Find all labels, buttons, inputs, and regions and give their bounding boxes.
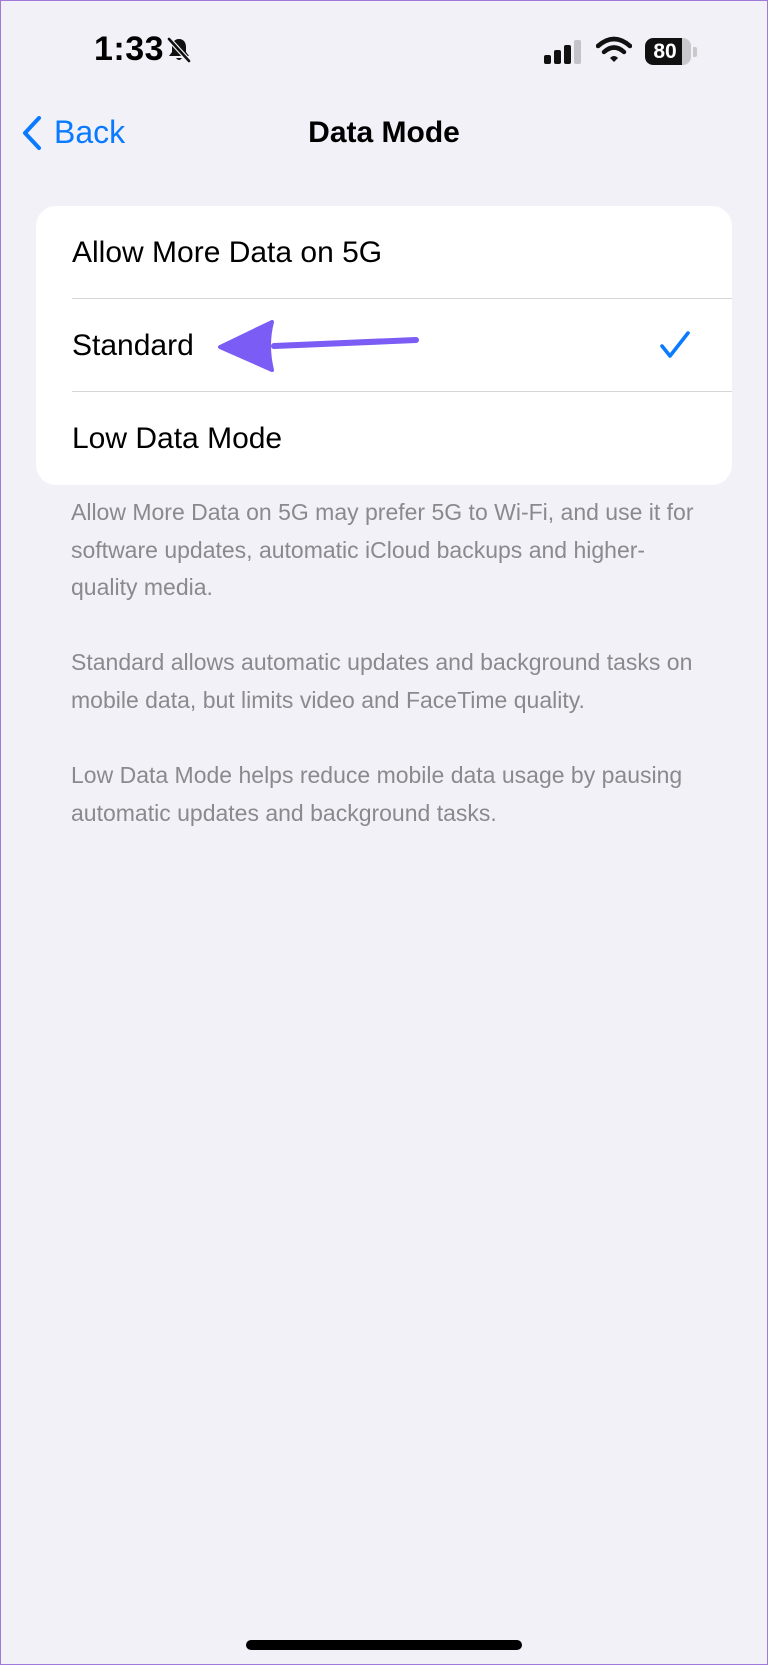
option-label: Standard [72, 329, 194, 362]
cellular-signal-icon [544, 40, 584, 69]
description-low-data-mode: Low Data Mode helps reduce mobile data u… [71, 762, 683, 826]
status-time: 1:33 [94, 30, 165, 68]
battery-cap [693, 46, 697, 57]
battery-level: 80 [653, 39, 677, 63]
wifi-icon [595, 36, 633, 69]
bell-slash-icon [165, 36, 193, 69]
checkmark-icon [660, 331, 690, 364]
description-allow-more-data: Allow More Data on 5G may prefer 5G to W… [71, 499, 694, 600]
option-label: Allow More Data on 5G [72, 236, 383, 269]
battery-icon: 80 [645, 37, 697, 66]
option-label: Low Data Mode [72, 422, 283, 455]
annotation-arrow-icon [216, 318, 422, 379]
home-indicator[interactable] [246, 1640, 522, 1650]
option-low-data-mode[interactable]: Low Data Mode [36, 392, 732, 485]
description-standard: Standard allows automatic updates and ba… [71, 649, 693, 713]
page-title: Data Mode [308, 116, 460, 149]
option-allow-more-data-5g[interactable]: Allow More Data on 5G [36, 206, 732, 299]
